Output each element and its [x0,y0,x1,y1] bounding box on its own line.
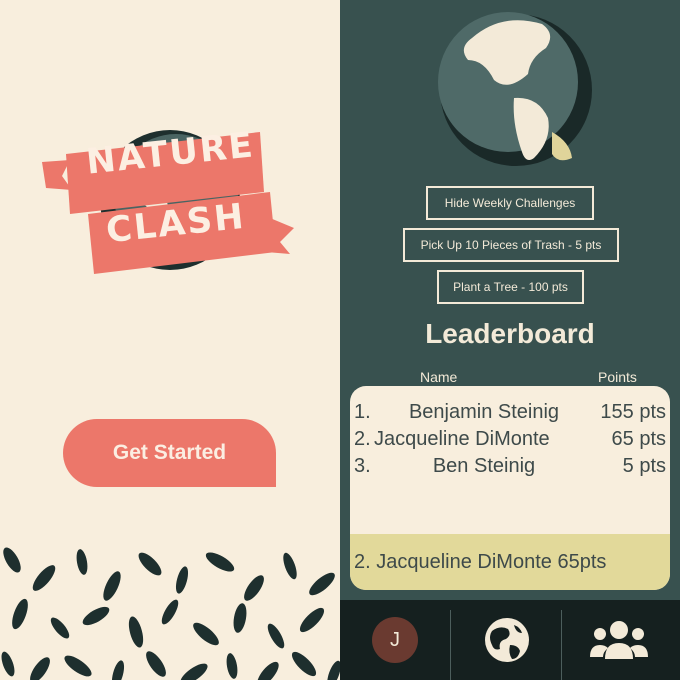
leaderboard-title: Leaderboard [425,318,595,349]
hide-weekly-challenges-button[interactable]: Hide Weekly Challenges [426,186,594,220]
leaderboard-points: 5 pts [622,455,666,477]
leaderboard-points: 155 pts [600,401,666,423]
welcome-panel: NATURE CLASH Get Started [0,0,340,680]
game-panel: Hide Weekly Challenges Pick Up 10 Pieces… [340,0,680,600]
challenge-item[interactable]: Pick Up 10 Pieces of Trash - 5 pts [403,228,619,262]
avatar[interactable]: J [372,617,418,663]
current-user-rank: 2. Jacqueline DiMonte 65pts [350,534,670,590]
nav-globe-button[interactable] [452,600,562,680]
leaderboard-player-name: Ben Steinig [432,455,536,477]
leaderboard-rank: 2. [354,428,371,450]
bottom-navigation: J [340,600,680,680]
globe-illustration [438,12,592,166]
leaderboard-row: 1. Benjamin Steinig 155 pts [350,401,670,427]
nav-divider [561,610,562,680]
leaderboard-player-name: Benjamin Steinig [408,401,560,423]
leaderboard-column-name: Name [420,369,458,385]
leaderboard-player-name: Jacqueline DiMonte [374,428,550,450]
nav-community-button[interactable] [564,600,674,680]
leaf-pattern-decoration [1,547,340,680]
leaderboard-row: 3. Ben Steinig 5 pts [350,455,670,481]
people-icon [590,621,648,659]
leaderboard-table: 1. Benjamin Steinig 155 pts 2. Jacquelin… [350,386,670,590]
leaderboard-rank: 3. [354,455,371,477]
nav-profile-button[interactable]: J [340,600,450,680]
challenge-item[interactable]: Plant a Tree - 100 pts [437,270,584,304]
nav-divider [450,610,451,680]
leaderboard-row: 2. Jacqueline DiMonte 65 pts [350,428,670,454]
leaderboard-column-points: Points [598,369,637,385]
leaderboard-points: 65 pts [611,428,666,450]
get-started-button[interactable]: Get Started [63,419,276,487]
leaderboard-rank: 1. [354,401,371,423]
globe-icon [485,618,529,662]
nature-clash-logo: NATURE CLASH [38,118,300,278]
